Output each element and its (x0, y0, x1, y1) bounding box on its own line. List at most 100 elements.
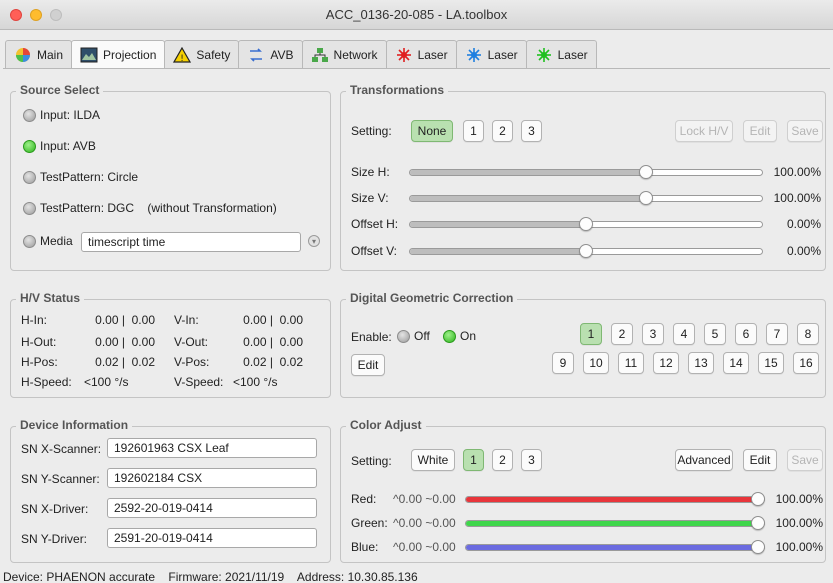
offset-v-slider[interactable] (409, 244, 763, 258)
color-white-button[interactable]: White (411, 449, 455, 471)
option-label: TestPattern: DGC (without Transformation… (40, 201, 277, 215)
size-h-slider[interactable] (409, 165, 763, 179)
sn-y-driver-field[interactable]: 2591-20-019-0414 (107, 528, 317, 548)
red-label: Red: (351, 492, 377, 506)
source-option-circle[interactable]: TestPattern: Circle (23, 170, 138, 184)
blue-slider[interactable] (465, 540, 765, 554)
sn-y-scanner-field[interactable]: 192602184 CSX (107, 468, 317, 488)
sn-x-driver-field[interactable]: 2592-20-019-0414 (107, 498, 317, 518)
setting-label: Setting: (351, 454, 392, 468)
tab-laser-red[interactable]: Laser (385, 40, 457, 68)
dgc-preset-7-button[interactable]: 7 (766, 323, 788, 345)
slider-knob[interactable] (579, 244, 593, 258)
status-led-icon (23, 139, 36, 153)
source-option-avb[interactable]: Input: AVB (23, 139, 96, 153)
h-out-value: 0.00 | 0.00 (95, 335, 155, 349)
dgc-preset-14-button[interactable]: 14 (723, 352, 749, 374)
dgc-preset-15-button[interactable]: 15 (758, 352, 784, 374)
v-in-value: 0.00 | 0.00 (243, 313, 303, 327)
v-out-label: V-Out: (174, 335, 209, 349)
tab-laser-green[interactable]: Laser (525, 40, 597, 68)
tab-projection[interactable]: Projection (71, 40, 166, 68)
preset-1-button[interactable]: 1 (463, 120, 484, 142)
title-bar: ACC_0136-20-085 - LA.toolbox (0, 0, 833, 30)
lock-hv-button[interactable]: Lock H/V (675, 120, 733, 142)
source-option-media[interactable]: Media (23, 234, 73, 248)
dgc-preset-13-button[interactable]: 13 (688, 352, 714, 374)
slider-fill (410, 249, 586, 254)
offset-h-value: 0.00% (786, 217, 821, 231)
dgc-preset-8-button[interactable]: 8 (797, 323, 819, 345)
tab-main[interactable]: Main (5, 40, 73, 68)
dgc-preset-3-button[interactable]: 3 (642, 323, 664, 345)
network-icon (311, 46, 329, 64)
v-pos-value: 0.02 | 0.02 (243, 355, 303, 369)
color-adjust-group: Color Adjust Setting: White 1 2 3 Advanc… (340, 418, 826, 563)
status-led-icon (23, 170, 36, 184)
color-preset-2-button[interactable]: 2 (492, 449, 513, 471)
preset-none-button[interactable]: None (411, 120, 453, 142)
status-bar: Device: PHAENON accurate Firmware: 2021/… (3, 570, 418, 583)
color-preset-1-button[interactable]: 1 (463, 449, 484, 471)
dgc-preset-6-button[interactable]: 6 (735, 323, 757, 345)
dgc-off-option[interactable]: Off (397, 329, 430, 343)
slider-fill (410, 196, 646, 201)
window-title: ACC_0136-20-085 - LA.toolbox (325, 7, 508, 22)
h-in-label: H-In: (21, 313, 48, 327)
tab-network[interactable]: Network (301, 40, 387, 68)
offset-h-slider[interactable] (409, 217, 763, 231)
source-option-ilda[interactable]: Input: ILDA (23, 108, 100, 122)
tab-label: AVB (270, 47, 294, 62)
slider-knob[interactable] (639, 165, 653, 179)
enable-label: Enable: (351, 330, 392, 344)
dgc-preset-4-button[interactable]: 4 (673, 323, 695, 345)
tab-laser-blue[interactable]: Laser (455, 40, 527, 68)
media-input[interactable]: timescript time (81, 232, 301, 252)
source-option-dgc[interactable]: TestPattern: DGC (without Transformation… (23, 201, 277, 215)
dgc-preset-1-button[interactable]: 1 (580, 323, 602, 345)
dgc-preset-2-button[interactable]: 2 (611, 323, 633, 345)
preset-2-button[interactable]: 2 (492, 120, 513, 142)
slider-knob[interactable] (639, 191, 653, 205)
dgc-preset-16-button[interactable]: 16 (793, 352, 819, 374)
offset-v-value: 0.00% (786, 244, 821, 258)
red-meta: ^0.00 ~0.00 (393, 492, 456, 506)
tab-avb[interactable]: AVB (238, 40, 303, 68)
save-button[interactable]: Save (787, 120, 823, 142)
red-slider[interactable] (465, 492, 765, 506)
size-h-value: 100.00% (773, 165, 821, 179)
color-save-button[interactable]: Save (787, 449, 823, 471)
offset-h-label: Offset H: (351, 217, 399, 231)
blue-laser-icon (465, 46, 483, 64)
svg-text:!: ! (181, 54, 185, 63)
source-select-group: Source Select Input: ILDA Input: AVB Tes… (10, 83, 331, 271)
group-title: Device Information (16, 418, 133, 432)
advanced-button[interactable]: Advanced (675, 449, 733, 471)
tab-label: Network (333, 47, 378, 62)
v-speed-label: V-Speed: (174, 375, 224, 389)
offset-v-label: Offset V: (351, 244, 398, 258)
dgc-preset-10-button[interactable]: 10 (583, 352, 609, 374)
color-preset-3-button[interactable]: 3 (521, 449, 542, 471)
dgc-edit-button[interactable]: Edit (351, 354, 385, 376)
dgc-on-option[interactable]: On (443, 329, 476, 343)
slider-knob[interactable] (751, 540, 765, 554)
sn-x-scanner-field[interactable]: 192601963 CSX Leaf (107, 438, 317, 458)
green-slider[interactable] (465, 516, 765, 530)
dgc-preset-12-button[interactable]: 12 (653, 352, 679, 374)
slider-knob[interactable] (751, 492, 765, 506)
edit-button[interactable]: Edit (743, 120, 777, 142)
chevron-down-icon[interactable]: ▾ (308, 235, 320, 247)
hv-status-group: H/V Status H-In: 0.00 | 0.00 V-In: 0.00 … (10, 291, 331, 398)
h-pos-value: 0.02 | 0.02 (95, 355, 155, 369)
tab-safety[interactable]: ! Safety (164, 40, 240, 68)
size-v-slider[interactable] (409, 191, 763, 205)
slider-knob[interactable] (751, 516, 765, 530)
option-label: Off (414, 329, 430, 343)
preset-3-button[interactable]: 3 (521, 120, 542, 142)
dgc-preset-9-button[interactable]: 9 (552, 352, 574, 374)
dgc-preset-11-button[interactable]: 11 (618, 352, 644, 374)
slider-knob[interactable] (579, 217, 593, 231)
color-edit-button[interactable]: Edit (743, 449, 777, 471)
dgc-preset-5-button[interactable]: 5 (704, 323, 726, 345)
